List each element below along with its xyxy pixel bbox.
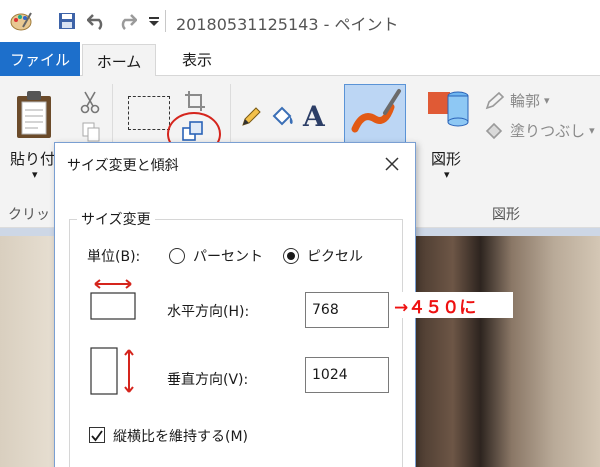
outline-button[interactable]: 輪郭 ▾ xyxy=(484,90,550,111)
photo-right-edge xyxy=(416,236,600,467)
tab-view[interactable]: 表示 xyxy=(160,42,234,76)
clipboard-group-label: クリッ xyxy=(8,207,50,223)
fill-button[interactable]: 塗りつぶし ▾ xyxy=(484,120,595,141)
outline-icon xyxy=(485,91,505,109)
shapes-group-label: 図形 xyxy=(492,207,520,223)
title-separator xyxy=(165,10,166,32)
resize-group-label: サイズ変更 xyxy=(77,209,155,229)
shapes-icon xyxy=(428,91,469,127)
shapes-label: 図形 xyxy=(431,150,462,168)
fill-bucket-icon xyxy=(272,106,293,126)
text-icon[interactable]: A xyxy=(303,100,325,133)
fill-dropdown-arrow: ▾ xyxy=(589,124,595,137)
annotation-note: →４５０に xyxy=(390,292,513,318)
horizontal-input[interactable]: 768 xyxy=(305,292,389,328)
redo-icon xyxy=(121,14,137,30)
paste-icon xyxy=(17,91,51,138)
horizontal-label: 水平方向(H): xyxy=(167,304,250,320)
vertical-resize-icon xyxy=(90,347,134,395)
shapes-button[interactable] xyxy=(424,86,472,136)
vertical-label: 垂直方向(V): xyxy=(167,372,249,388)
resize-skew-dialog: サイズ変更と傾斜 サイズ変更 単位(B): パーセント ピクセル 水平方向(H)… xyxy=(54,142,416,467)
pixel-label[interactable]: ピクセル xyxy=(307,246,363,266)
paint-app-icon[interactable] xyxy=(10,10,32,32)
tab-home[interactable]: ホーム xyxy=(82,44,156,77)
percent-radio[interactable] xyxy=(169,248,185,264)
cut-button[interactable] xyxy=(80,90,100,118)
shapes-dropdown-arrow[interactable]: ▾ xyxy=(444,168,450,181)
pixel-radio[interactable] xyxy=(283,248,299,264)
horizontal-resize-icon xyxy=(90,279,136,320)
vertical-input[interactable]: 1024 xyxy=(305,357,389,393)
photo-left-edge xyxy=(0,236,56,467)
undo-icon xyxy=(87,14,103,30)
crop-icon xyxy=(185,91,205,111)
undo-button[interactable] xyxy=(86,10,108,32)
dialog-title: サイズ変更と傾斜 xyxy=(67,158,179,174)
save-button[interactable] xyxy=(56,10,78,32)
paste-label: 貼り付 xyxy=(10,150,56,168)
redo-button[interactable] xyxy=(116,10,138,32)
tab-file[interactable]: ファイル xyxy=(0,42,80,76)
title-bar: 20180531125143 - ペイント xyxy=(0,0,600,42)
outline-dropdown-arrow: ▾ xyxy=(544,94,550,107)
cut-icon xyxy=(80,91,100,114)
ribbon-tabs: ファイル ホーム 表示 xyxy=(0,42,600,77)
keep-ratio-checkbox[interactable] xyxy=(89,427,105,443)
close-icon xyxy=(385,157,399,171)
customize-quick-access-button[interactable] xyxy=(143,10,165,32)
outline-label: 輪郭 xyxy=(510,92,541,110)
brushes-button[interactable] xyxy=(344,84,406,144)
fill-label: 塗りつぶし xyxy=(510,122,586,140)
keep-ratio-label[interactable]: 縦横比を維持する(M) xyxy=(113,426,248,446)
customize-quick-access-icon xyxy=(149,17,159,26)
close-button[interactable] xyxy=(381,153,403,175)
checkmark-icon xyxy=(91,430,103,442)
fill-bucket-button[interactable] xyxy=(270,104,296,132)
window-title: 20180531125143 - ペイント xyxy=(176,15,399,34)
select-icon[interactable] xyxy=(128,96,170,130)
pencil-icon xyxy=(242,107,261,126)
paste-button[interactable] xyxy=(14,88,64,144)
paste-dropdown-arrow[interactable]: ▾ xyxy=(32,168,38,181)
percent-label[interactable]: パーセント xyxy=(193,246,263,266)
brushes-icon xyxy=(351,89,401,133)
pencil-button[interactable] xyxy=(240,106,262,132)
save-icon xyxy=(59,13,75,29)
unit-label: 単位(B): xyxy=(87,249,141,265)
copy-icon xyxy=(82,122,100,142)
fill-icon xyxy=(485,122,503,139)
